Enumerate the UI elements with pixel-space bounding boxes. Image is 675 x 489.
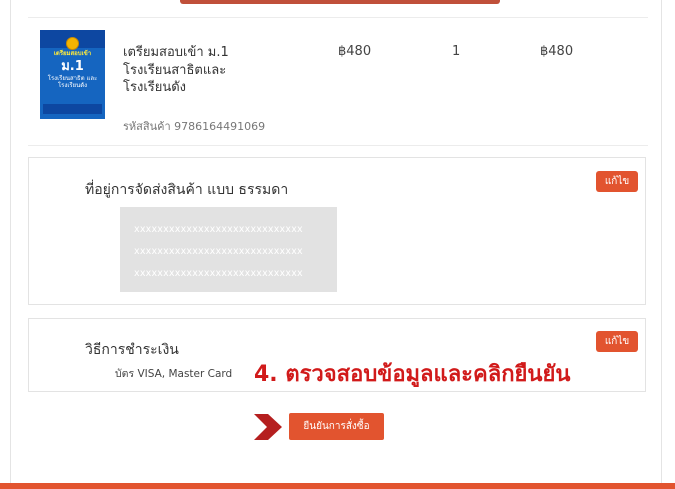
- footer-bar: [0, 483, 675, 489]
- payment-section-title: วิธีการชำระเงิน: [85, 342, 179, 358]
- chevron-right-icon: [254, 414, 282, 440]
- product-sku: รหัสสินค้า 9786164491069: [123, 120, 266, 133]
- edit-shipping-button[interactable]: แก้ไข: [596, 171, 638, 192]
- edit-payment-button[interactable]: แก้ไข: [596, 331, 638, 352]
- product-price: ฿480: [338, 44, 372, 59]
- payment-method-value: บัตร VISA, Master Card: [115, 368, 233, 380]
- book-cover-image: เตรียมสอบเข้า ม.1 โรงเรียนสาธิต และโรงเร…: [40, 30, 105, 119]
- checkout-page: เตรียมสอบเข้า ม.1 โรงเรียนสาธิต และโรงเร…: [0, 0, 675, 489]
- product-quantity: 1: [452, 44, 461, 59]
- medal-icon: [66, 37, 79, 50]
- confirm-order-button[interactable]: ยืนยันการสั่งซื้อ: [289, 413, 384, 440]
- product-title[interactable]: เตรียมสอบเข้า ม.1 โรงเรียนสาธิตและโรงเรี…: [123, 44, 273, 97]
- divider: [28, 145, 648, 146]
- step-annotation: 4. ตรวจสอบข้อมูลและคลิกยืนยัน: [254, 362, 571, 387]
- shipping-section-title: ที่อยู่การจัดส่งสินค้า แบบ ธรรมดา: [85, 182, 289, 198]
- product-total: ฿480: [540, 44, 574, 59]
- shipping-address: xxxxxxxxxxxxxxxxxxxxxxxxxxxxx xxxxxxxxxx…: [120, 207, 337, 292]
- divider: [28, 17, 648, 18]
